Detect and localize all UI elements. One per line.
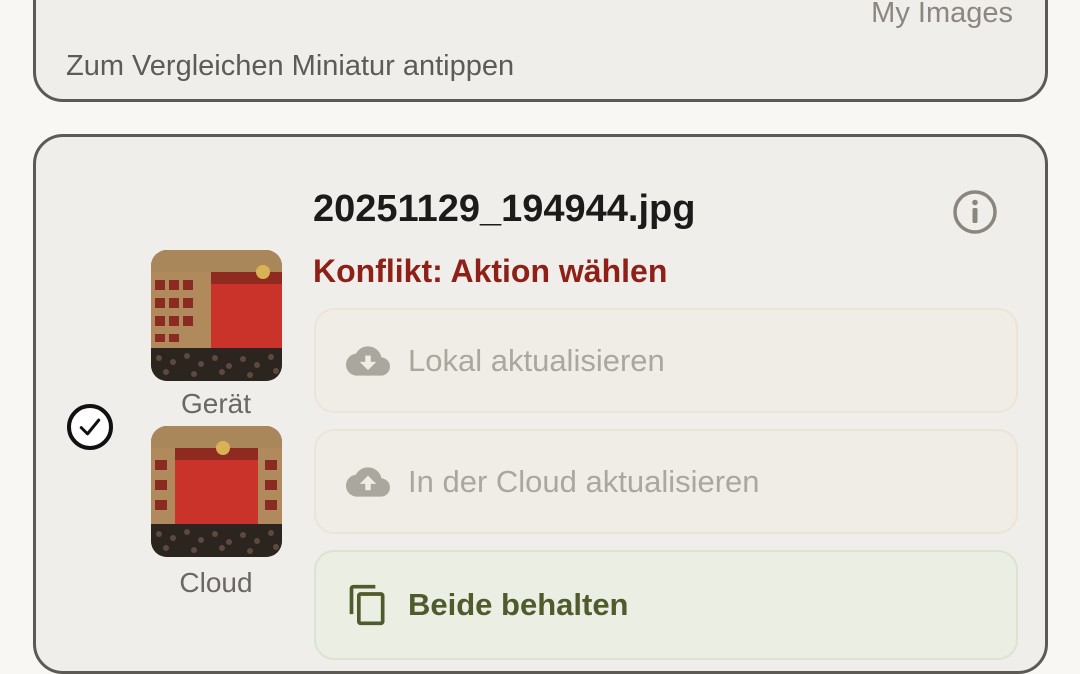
cloud-upload-icon	[346, 460, 390, 504]
file-name: 20251129_194944.jpg	[313, 188, 696, 230]
update-local-label: Lokal aktualisieren	[408, 342, 665, 378]
cloud-label: Cloud	[179, 567, 253, 598]
top-card: My Images Zum Vergleichen Miniatur antip…	[33, 0, 1048, 102]
conflict-status: Konflikt: Aktion wählen	[313, 253, 668, 289]
update-cloud-label: In der Cloud aktualisieren	[408, 463, 760, 499]
check-circle-icon[interactable]	[67, 404, 113, 450]
info-icon[interactable]	[952, 189, 998, 235]
cloud-download-icon	[346, 339, 390, 383]
cloud-thumbnail[interactable]	[151, 426, 282, 557]
conflict-card: Gerät Cloud 20251129_194944.jpg Konflikt…	[33, 134, 1048, 674]
update-local-button[interactable]: Lokal aktualisieren	[314, 308, 1018, 413]
copy-icon	[346, 583, 390, 627]
source-label: My Images	[871, 0, 1013, 29]
keep-both-button[interactable]: Beide behalten	[314, 550, 1018, 660]
compare-hint: Zum Vergleichen Miniatur antippen	[66, 50, 515, 82]
device-label: Gerät	[180, 388, 252, 419]
keep-both-label: Beide behalten	[408, 587, 629, 622]
update-cloud-button[interactable]: In der Cloud aktualisieren	[314, 429, 1018, 534]
device-thumbnail[interactable]	[151, 250, 282, 381]
